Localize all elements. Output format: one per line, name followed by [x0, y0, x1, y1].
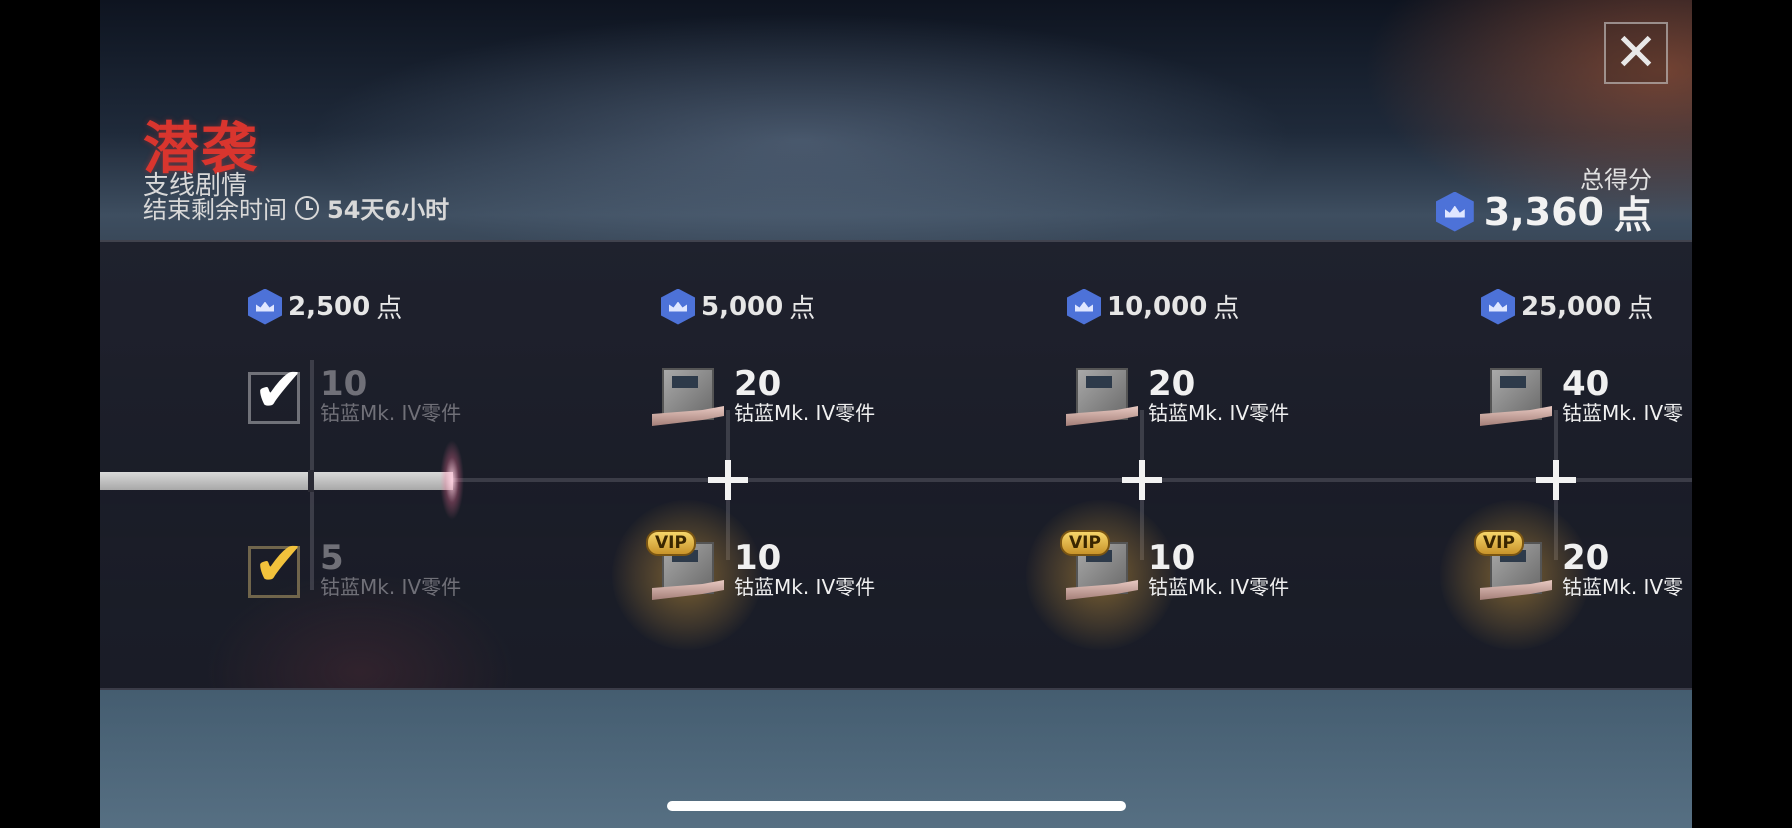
points-icon	[1481, 288, 1515, 325]
close-button[interactable]: ✕	[1604, 22, 1668, 84]
plus-icon	[708, 460, 748, 500]
total-score: 3,360 点	[1435, 184, 1652, 239]
cobalt-mk4-parts-vip-icon[interactable]: VIP	[646, 530, 724, 612]
vip-badge: VIP	[1474, 530, 1524, 556]
reward-name: 钴蓝Mk. IV零件	[1148, 401, 1290, 425]
letterbox-left	[0, 0, 100, 828]
tier-header-2: 5,000 点	[661, 288, 815, 325]
tier-points: 25,000	[1521, 291, 1622, 322]
tier-points-unit: 点	[1213, 294, 1240, 324]
cobalt-mk4-parts-icon[interactable]	[1480, 366, 1552, 438]
checkmark-icon: ✔	[253, 527, 305, 600]
vip-reward-1[interactable]: 5 钴蓝Mk. IV零件	[320, 540, 461, 598]
free-reward-4[interactable]: 40 钴蓝Mk. IV零	[1562, 366, 1692, 424]
progress-marker	[440, 440, 464, 520]
reward-quantity: 10	[320, 364, 368, 404]
tier-points: 5,000	[701, 291, 784, 322]
cobalt-mk4-parts-vip-icon[interactable]: VIP	[1060, 530, 1138, 612]
plus-icon	[1536, 460, 1576, 500]
tier-points: 10,000	[1107, 291, 1208, 322]
reward-name: 钴蓝Mk. IV零件	[734, 575, 876, 599]
reward-name: 钴蓝Mk. IV零	[1562, 401, 1684, 424]
reward-quantity: 20	[1148, 364, 1196, 404]
reward-quantity: 40	[1562, 366, 1610, 404]
free-reward-2[interactable]: 20 钴蓝Mk. IV零件	[734, 366, 875, 424]
cobalt-mk4-parts-icon[interactable]	[1066, 366, 1138, 438]
home-indicator[interactable]	[667, 801, 1126, 811]
cobalt-mk4-parts-icon[interactable]	[652, 366, 724, 438]
free-reward-1[interactable]: 10 钴蓝Mk. IV零件	[320, 366, 461, 424]
tier-header-1: 2,500 点	[248, 288, 402, 325]
total-score-unit: 点	[1613, 193, 1652, 237]
time-remaining-value: 54天6小时	[327, 196, 450, 224]
tier-header-3: 10,000 点	[1067, 288, 1239, 325]
vip-reward-4[interactable]: 20 钴蓝Mk. IV零	[1562, 540, 1692, 598]
tier-points-unit: 点	[376, 294, 403, 324]
free-reward-3[interactable]: 20 钴蓝Mk. IV零件	[1148, 366, 1289, 424]
event-timer: 结束剩余时间 54天6小时	[143, 190, 449, 225]
clock-icon	[295, 195, 319, 220]
progress-divider	[308, 470, 314, 492]
checkmark-icon: ✔	[253, 353, 305, 426]
time-remaining-label: 结束剩余时间	[143, 196, 287, 224]
cobalt-mk4-parts-vip-icon[interactable]: VIP	[1474, 530, 1552, 612]
reward-quantity: 20	[734, 364, 782, 404]
reward-name: 钴蓝Mk. IV零	[1562, 575, 1684, 598]
reward-quantity: 20	[1562, 540, 1610, 578]
progress-fill	[100, 472, 454, 490]
reward-quantity: 10	[734, 538, 782, 578]
vip-reward-3[interactable]: 10 钴蓝Mk. IV零件	[1148, 540, 1289, 598]
points-icon	[661, 288, 695, 325]
reward-name: 钴蓝Mk. IV零件	[734, 401, 876, 425]
tier-points: 2,500	[288, 291, 371, 322]
tier-header-4: 25,000 点	[1481, 288, 1653, 325]
reward-name: 钴蓝Mk. IV零件	[320, 401, 462, 425]
reward-name: 钴蓝Mk. IV零件	[320, 575, 462, 599]
vip-badge: VIP	[646, 530, 696, 556]
tier-points-unit: 点	[1627, 294, 1654, 324]
letterbox-right	[1692, 0, 1792, 828]
reward-quantity: 5	[320, 538, 344, 578]
plus-icon	[1122, 460, 1162, 500]
points-icon	[1435, 191, 1474, 232]
points-icon	[1067, 288, 1101, 325]
vip-reward-2[interactable]: 10 钴蓝Mk. IV零件	[734, 540, 875, 598]
tier-points-unit: 点	[789, 294, 816, 324]
free-reward-claimed-check: ✔	[248, 359, 305, 424]
vip-badge: VIP	[1060, 530, 1110, 556]
points-icon	[248, 288, 282, 325]
total-score-value: 3,360	[1483, 189, 1604, 234]
reward-name: 钴蓝Mk. IV零件	[1148, 575, 1290, 599]
close-icon: ✕	[1614, 23, 1658, 83]
vip-reward-claimed-check: ✔	[248, 533, 305, 598]
reward-quantity: 10	[1148, 538, 1196, 578]
